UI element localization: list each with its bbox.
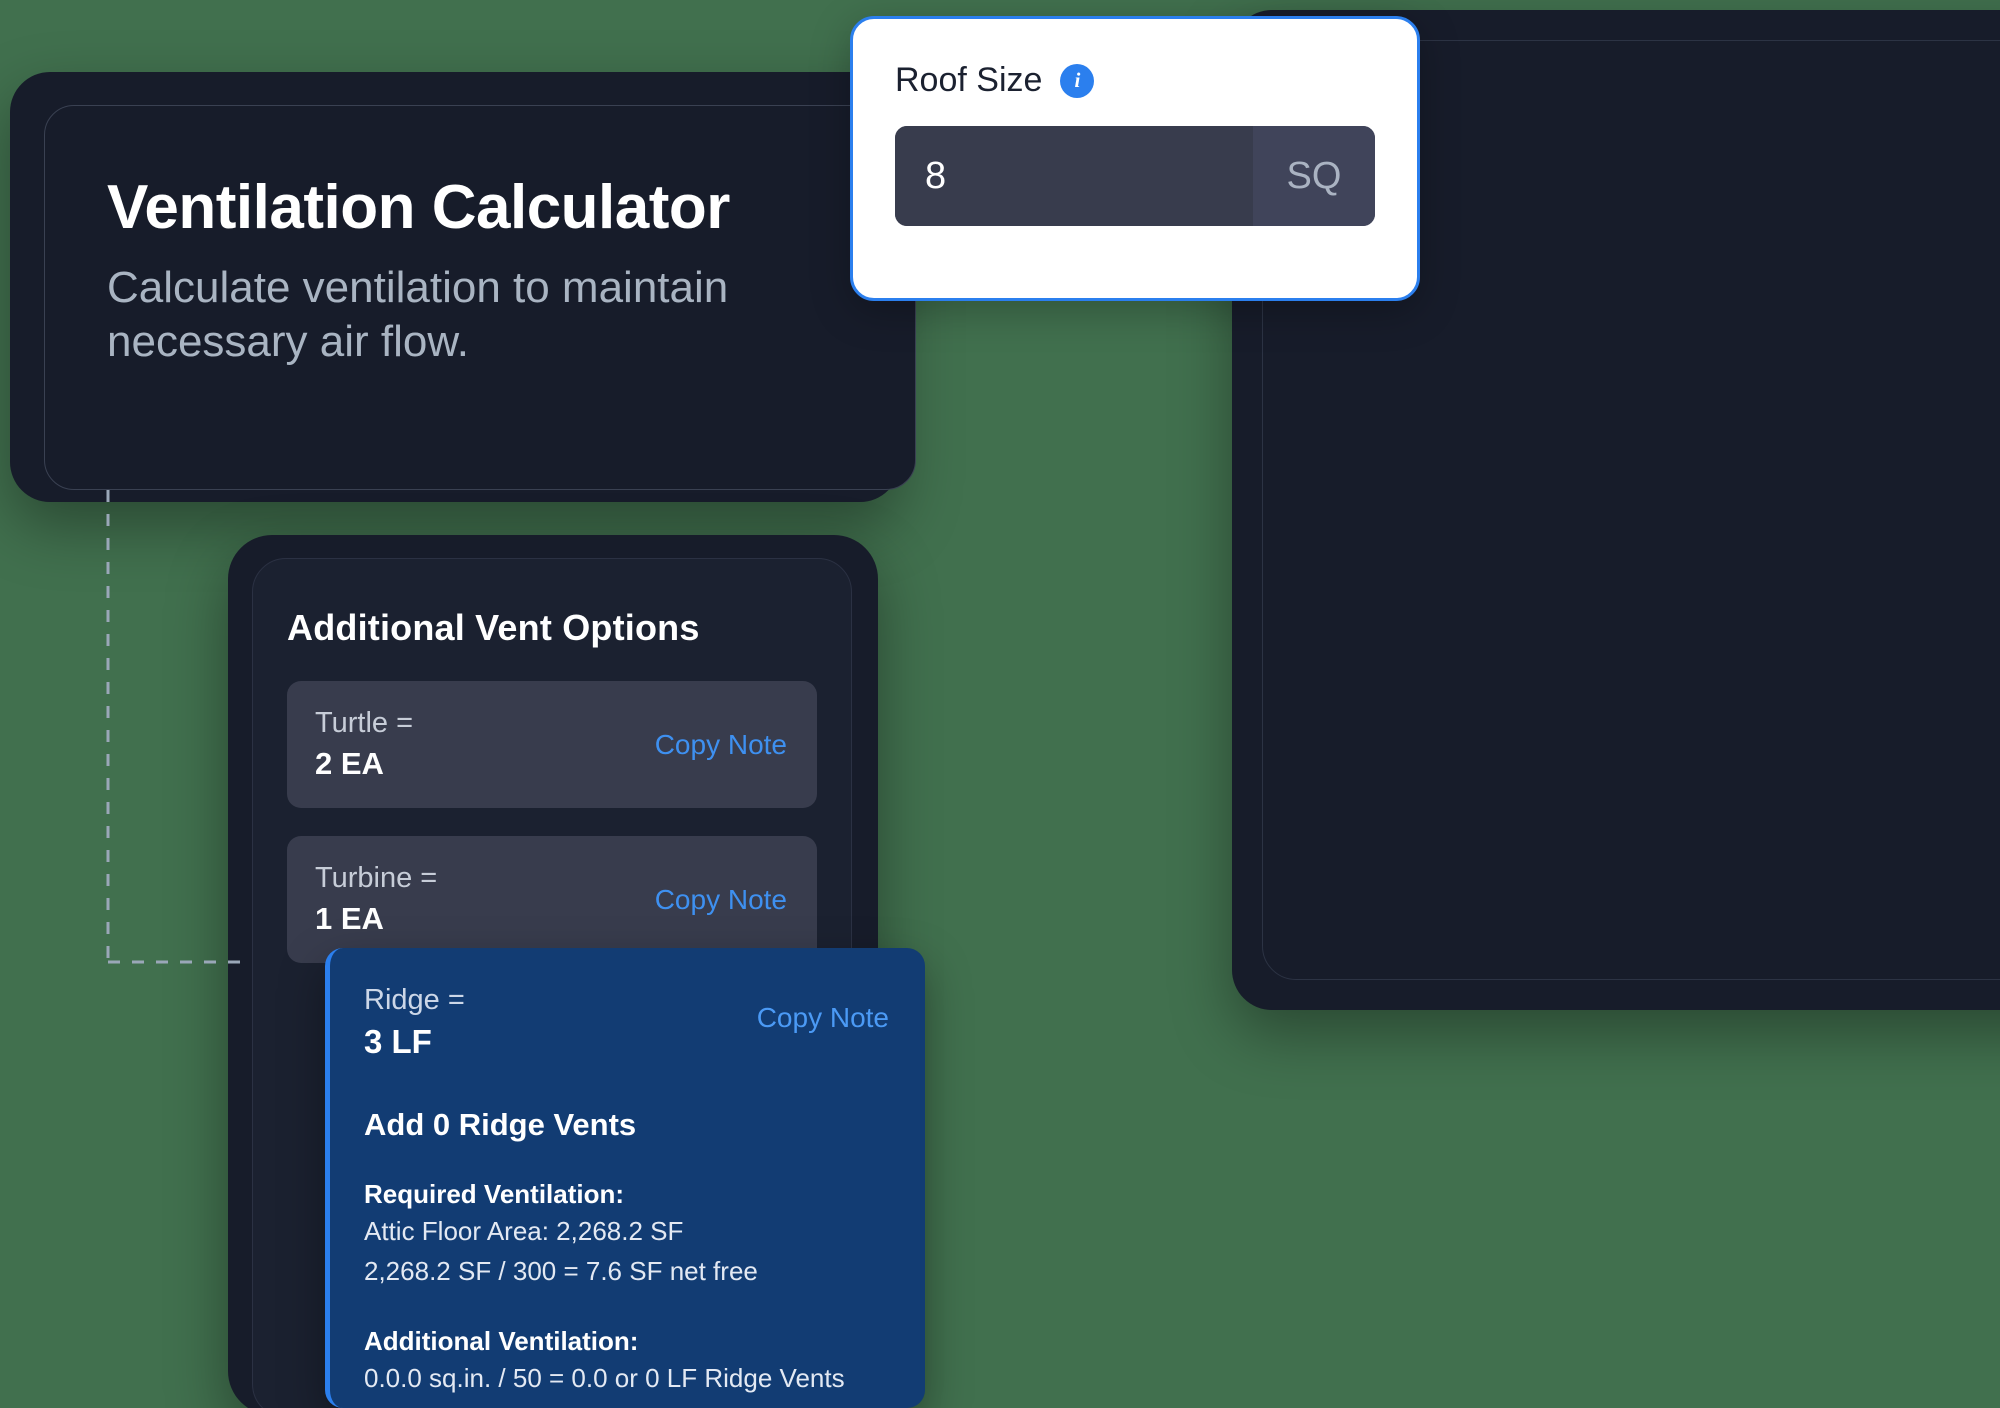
ridge-card-values: Ridge = 3 LF [364,984,465,1061]
info-icon[interactable]: i [1060,63,1095,98]
vent-option-key: Turbine = [315,862,438,894]
additional-ventilation-title: Additional Ventilation: [364,1325,639,1356]
ridge-add-vents-line: Add 0 Ridge Vents [364,1107,637,1142]
page-subtitle: Calculate ventilation to maintain necess… [107,263,729,366]
vent-option-values: Turtle = 2 EA [315,707,413,782]
ridge-key: Ridge = [364,984,465,1016]
list-item[interactable]: Turbine = 1 EA Copy Note [287,836,817,963]
copy-note-button[interactable]: Copy Note [655,884,787,916]
ridge-vent-card[interactable]: Ridge = 3 LF Copy Note Add 0 Ridge Vents… [325,948,925,1408]
screen-root: Predominant Pitch i 7 /12 Existing Roof … [0,0,2000,1408]
roof-size-label-text: Roof Size [895,61,1043,99]
list-item[interactable]: Turtle = 2 EA Copy Note [287,681,817,808]
ridge-value: 3 LF [364,1023,432,1060]
roof-size-unit: SQ [1253,126,1375,226]
vent-option-value: 2 EA [315,746,384,781]
required-ventilation-line-2: 2,268.2 SF / 300 = 7.6 SF net free [364,1255,758,1286]
roof-size-popover: Roof Size i 8 SQ [850,16,1420,301]
vent-option-value: 1 EA [315,901,384,936]
roof-size-input[interactable]: 8 SQ [895,126,1375,226]
additional-vent-options-heading: Additional Vent Options [287,607,700,648]
copy-note-button[interactable]: Copy Note [757,1002,889,1034]
roof-size-value[interactable]: 8 [895,126,1253,226]
copy-note-button[interactable]: Copy Note [655,729,787,761]
vent-option-values: Turbine = 1 EA [315,862,437,937]
roof-size-label: Roof Size i [895,61,1375,100]
additional-ventilation-line-1: 0.0.0 sq.in. / 50 = 0.0 or 0 LF Ridge Ve… [364,1362,845,1393]
title-card: Ventilation Calculator Calculate ventila… [44,105,916,490]
vent-option-key: Turtle = [315,707,414,739]
required-ventilation-line-1: Attic Floor Area: 2,268.2 SF [364,1216,684,1246]
ridge-card-header: Ridge = 3 LF Copy Note [364,984,889,1061]
page-title: Ventilation Calculator [107,173,730,242]
required-ventilation-title: Required Ventilation: [364,1179,625,1209]
